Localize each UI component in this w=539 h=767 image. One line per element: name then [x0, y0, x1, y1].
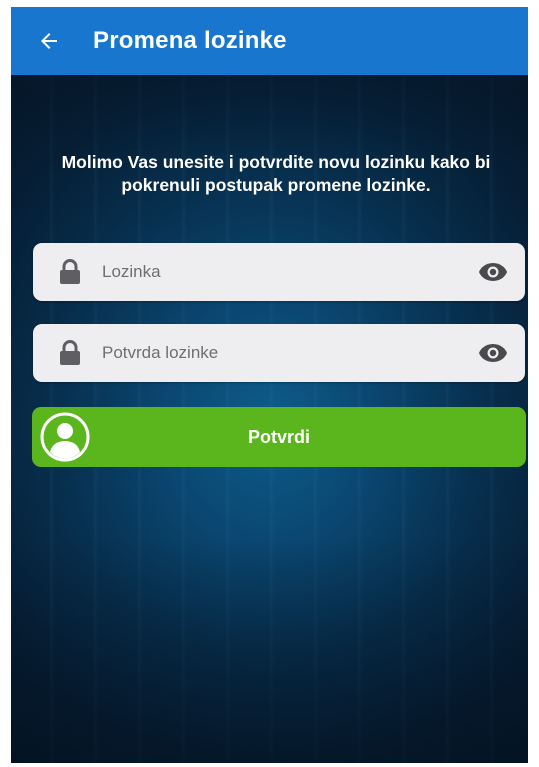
app-screen: Promena lozinke Molimo Vas unesite i pot…	[11, 7, 528, 763]
app-bar: Promena lozinke	[11, 7, 528, 75]
lock-icon	[58, 258, 82, 286]
page-title: Promena lozinke	[93, 27, 287, 54]
submit-button[interactable]: Potvrdi	[32, 407, 526, 467]
back-button[interactable]	[21, 7, 77, 75]
confirm-password-field[interactable]	[33, 324, 525, 382]
user-avatar-icon	[40, 412, 90, 462]
instruction-text: Molimo Vas unesite i potvrdite novu lozi…	[61, 152, 491, 195]
password-field[interactable]	[33, 243, 525, 301]
submit-label: Potvrdi	[247, 426, 310, 447]
confirm-password-input[interactable]	[100, 332, 477, 374]
password-input[interactable]	[100, 251, 477, 293]
lock-icon	[58, 339, 82, 367]
eye-icon[interactable]	[477, 256, 509, 288]
arrow-left-icon	[41, 33, 57, 49]
eye-icon[interactable]	[477, 337, 509, 369]
